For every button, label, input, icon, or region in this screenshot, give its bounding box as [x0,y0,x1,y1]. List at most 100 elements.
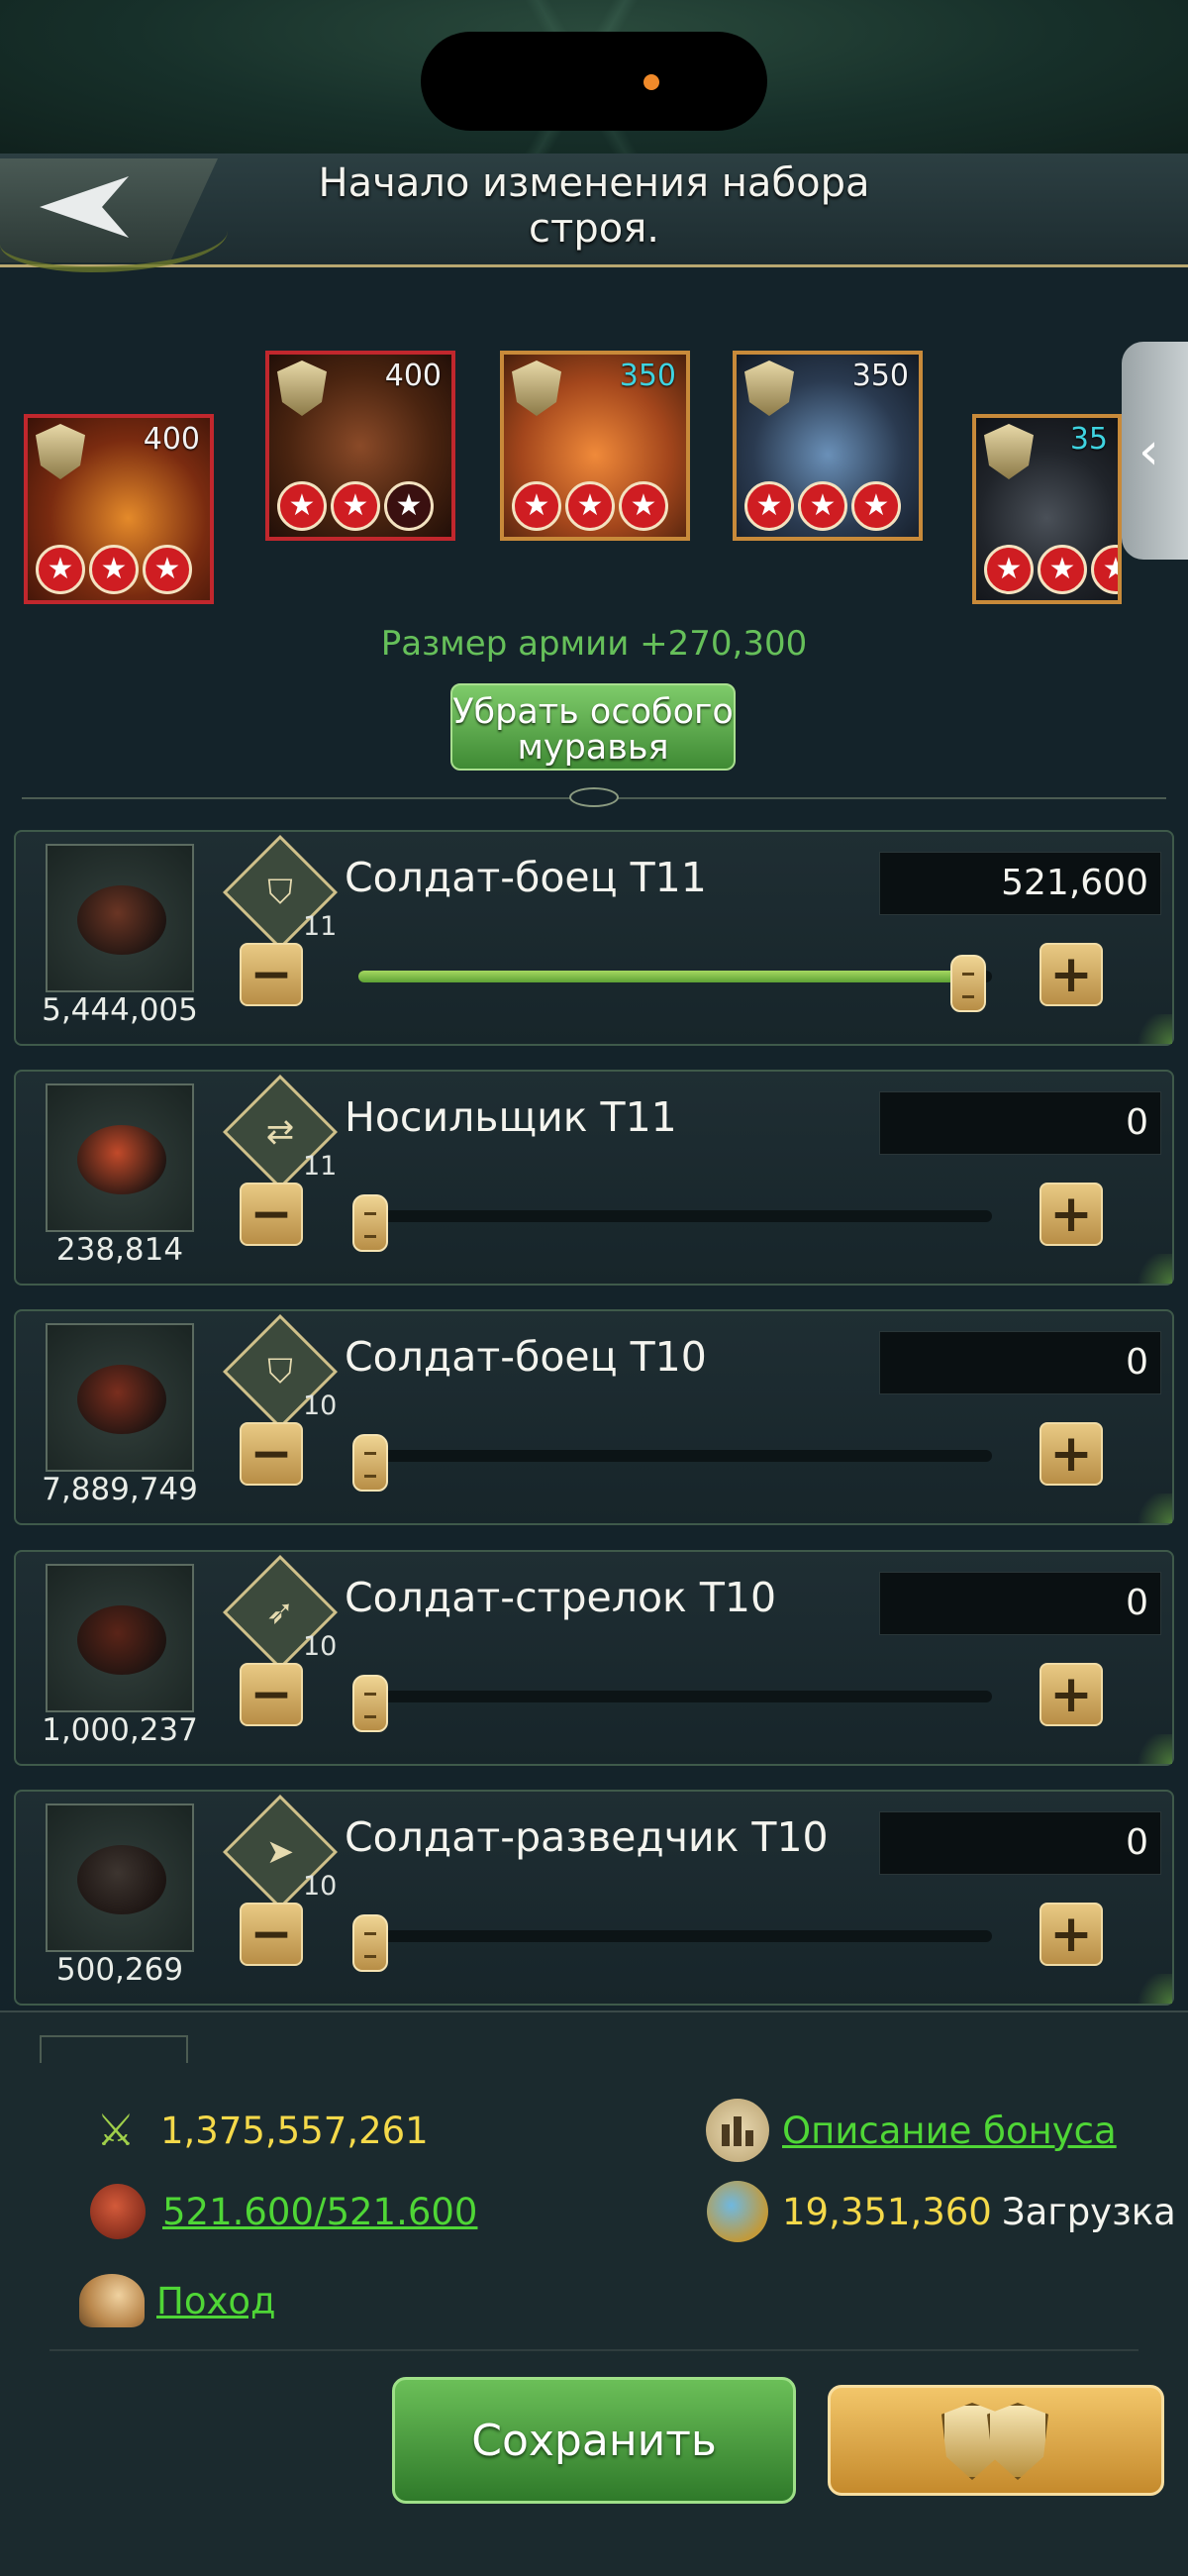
troop-slider-track[interactable] [358,1450,992,1462]
troop-slider-thumb[interactable] [352,1434,388,1492]
scout-icon: ➤ [265,1832,295,1872]
troop-row: 7,889,749 ⛉ 10 Солдат-боец T10 0 − + [14,1309,1174,1525]
troop-name: Носильщик T11 [345,1093,677,1141]
hero-level: 350 [851,359,909,393]
troop-available-count: 238,814 [55,1232,184,1268]
shield-icon [931,2397,1059,2486]
star-icon: ★ [1091,545,1118,594]
star-icon: ★ [565,481,615,531]
troop-portrait [46,1323,194,1472]
star-icon: ★ [984,545,1034,594]
ant-icon [77,1365,166,1434]
troop-name: Солдат-боец T10 [345,1333,707,1381]
hero-card[interactable]: 400 ★ ★ ★ [24,414,214,604]
troop-name: Солдат-разведчик T10 [345,1813,829,1861]
star-icon: ★ [851,481,901,531]
divider-ornament [569,787,619,807]
troop-row: 500,269 ➤ 10 Солдат-разведчик T10 0 − + [14,1790,1174,2006]
plus-button[interactable]: + [1040,943,1103,1006]
troop-tier: 11 [303,911,338,942]
troop-quantity-input[interactable]: 0 [879,1811,1161,1875]
hero-card[interactable]: 35★★★ [972,414,1122,604]
troop-tier: 10 [303,1391,338,1421]
troop-available-count: 7,889,749 [42,1472,198,1507]
troop-slider-thumb[interactable] [352,1194,388,1252]
hero-level: 400 [143,422,200,457]
troop-available-count: 500,269 [55,1952,184,1988]
snail-icon [79,2268,145,2333]
capacity-stat: 521.600/521.600 [85,2179,477,2244]
plus-button[interactable]: + [1040,1903,1103,1966]
troop-portrait [46,1083,194,1232]
minus-button[interactable]: − [240,1422,303,1486]
save-button[interactable]: Сохранить [392,2377,796,2504]
bonus-description-link[interactable]: Описание бонуса [782,2110,1117,2152]
shooter-icon: ➶ [265,1593,295,1632]
march-link[interactable]: Поход [156,2280,276,2322]
march-stat: Поход [79,2268,276,2333]
next-troop-row-peek [40,2035,188,2063]
ant-head-icon [85,2179,150,2244]
bonus-stat: Описание бонуса [705,2098,1117,2163]
troop-portrait [46,1564,194,1712]
star-icon: ★ [143,545,192,594]
load-label: Загрузка [1001,2190,1176,2233]
remove-special-ant-button[interactable]: Убрать особого муравья [450,683,736,771]
troop-slider-thumb[interactable] [352,1914,388,1972]
star-icon: ★ [1038,545,1087,594]
star-icon: ★ [798,481,847,531]
troop-slider-thumb[interactable] [352,1675,388,1732]
troop-slider-track[interactable] [358,971,992,982]
troop-quantity-input[interactable]: 0 [879,1331,1161,1394]
crossed-swords-icon: ⚔ [96,2105,136,2156]
star-icon: ★ [744,481,794,531]
camera-cutout [421,32,767,131]
hero-stars: ★★★ [984,545,1118,594]
star-icon: ★ [512,481,561,531]
troop-quantity-input[interactable]: 0 [879,1572,1161,1635]
plus-button[interactable]: + [1040,1422,1103,1486]
troop-quantity-input[interactable]: 0 [879,1091,1161,1155]
load-icon [705,2179,770,2244]
minus-button[interactable]: − [240,1663,303,1726]
troop-tier: 10 [303,1631,338,1662]
hero-level: 350 [619,359,676,393]
chevron-left-icon: ‹ [1138,422,1159,481]
star-icon: ★ [277,481,327,531]
minus-button[interactable]: − [240,943,303,1006]
camera-indicator-dot [644,74,659,90]
troop-slider-track[interactable] [358,1210,992,1222]
army-size-label: Размер армии +270,300 [380,624,808,664]
plus-button[interactable]: + [1040,1663,1103,1726]
plus-button[interactable]: + [1040,1183,1103,1246]
ant-icon [77,1125,166,1194]
carrier-icon: ⇄ [265,1112,295,1152]
troop-slider-track[interactable] [358,1930,992,1942]
divider [50,2349,1138,2351]
ant-icon [77,1845,166,1914]
star-icon: ★ [331,481,380,531]
troop-row: 5,444,005 ⛉ 11 Солдат-боец T11 521,600 − + [14,830,1174,1046]
hero-card[interactable]: 400 ★ ★ ★ [265,351,455,541]
bar-chart-icon [705,2098,770,2163]
troop-available-count: 5,444,005 [42,992,198,1028]
minus-button[interactable]: − [240,1903,303,1966]
hero-card[interactable]: 350 ★ ★ ★ [733,351,923,541]
troop-portrait [46,844,194,992]
troop-slider-track[interactable] [358,1691,992,1702]
power-stat: ⚔ 1,375,557,261 [83,2098,429,2163]
load-value: 19,351,360 [782,2190,992,2233]
capacity-link[interactable]: 521.600/521.600 [162,2191,477,2233]
troop-quantity-input[interactable]: 521,600 [879,852,1161,915]
minus-button[interactable]: − [240,1183,303,1246]
troop-slider-fill [358,971,976,982]
power-value: 1,375,557,261 [160,2109,429,2152]
troop-portrait [46,1803,194,1952]
load-stat: 19,351,360 Загрузка [705,2179,1176,2244]
hero-stars: ★★★ [277,481,434,531]
hero-level: 400 [384,359,442,393]
hero-card[interactable]: 350 ★ ★ ★ [500,351,690,541]
shield-icon: ⛉ [267,1352,293,1391]
hero-stars: ★★★ [744,481,901,531]
troop-slider-thumb[interactable] [950,955,986,1012]
